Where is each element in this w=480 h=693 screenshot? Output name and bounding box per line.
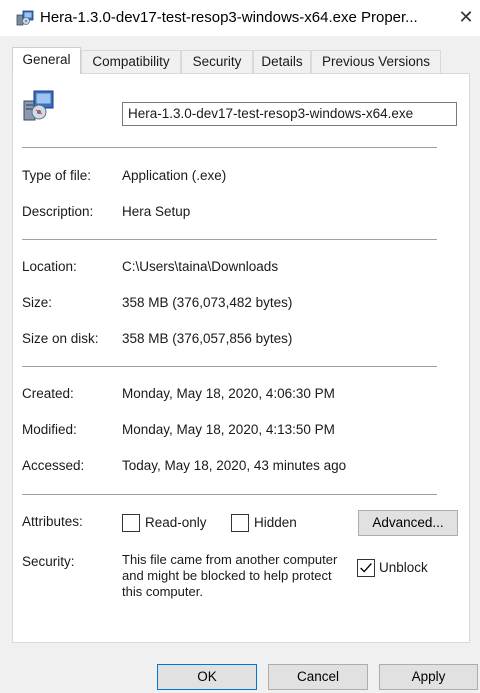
ok-button[interactable]: OK: [157, 664, 257, 690]
separator: [22, 147, 437, 148]
advanced-button[interactable]: Advanced...: [358, 510, 458, 536]
hidden-label[interactable]: Hidden: [254, 515, 297, 530]
size-on-disk-label: Size on disk:: [22, 331, 99, 346]
separator: [22, 239, 437, 240]
security-label: Security:: [22, 554, 75, 569]
attributes-label: Attributes:: [22, 514, 83, 529]
modified-value: Monday, May 18, 2020, 4:13:50 PM: [122, 422, 335, 437]
hidden-checkbox[interactable]: [231, 514, 249, 532]
dialog-client: General Compatibility Security Details P…: [0, 36, 480, 693]
description-value: Hera Setup: [122, 204, 191, 219]
type-of-file-label: Type of file:: [22, 168, 92, 183]
location-label: Location:: [22, 259, 77, 274]
accessed-label: Accessed:: [22, 458, 85, 473]
separator: [22, 494, 437, 495]
tab-details[interactable]: Details: [253, 50, 311, 73]
close-icon[interactable]: ✕: [452, 4, 480, 30]
checkmark-icon: [360, 563, 372, 573]
readonly-label[interactable]: Read-only: [145, 515, 207, 530]
created-label: Created:: [22, 386, 74, 401]
window-title: Hera-1.3.0-dev17-test-resop3-windows-x64…: [40, 9, 418, 26]
readonly-checkbox[interactable]: [122, 514, 140, 532]
created-value: Monday, May 18, 2020, 4:06:30 PM: [122, 386, 335, 401]
filename-field[interactable]: Hera-1.3.0-dev17-test-resop3-windows-x64…: [122, 102, 457, 126]
title-bar: Hera-1.3.0-dev17-test-resop3-windows-x64…: [0, 0, 480, 36]
unblock-label[interactable]: Unblock: [379, 560, 428, 575]
tab-previous-versions[interactable]: Previous Versions: [311, 50, 441, 73]
size-value: 358 MB (376,073,482 bytes): [122, 295, 293, 310]
apply-button[interactable]: Apply: [379, 664, 478, 690]
location-value: C:\Users\taina\Downloads: [122, 259, 279, 274]
tab-security[interactable]: Security: [181, 50, 253, 73]
installer-icon: [16, 10, 34, 26]
accessed-value: Today, May 18, 2020, 43 minutes ago: [122, 458, 347, 473]
description-label: Description:: [22, 204, 94, 219]
tab-general[interactable]: General: [12, 47, 81, 74]
cancel-button[interactable]: Cancel: [268, 664, 368, 690]
size-on-disk-value: 358 MB (376,057,856 bytes): [122, 331, 293, 346]
separator: [22, 366, 437, 367]
size-label: Size:: [22, 295, 53, 310]
unblock-checkbox[interactable]: [357, 559, 375, 577]
installer-icon: [23, 90, 54, 121]
security-message: This file came from another computer and…: [122, 552, 338, 599]
tab-compatibility[interactable]: Compatibility: [81, 50, 181, 73]
type-of-file-value: Application (.exe): [122, 168, 227, 183]
modified-label: Modified:: [22, 422, 77, 437]
